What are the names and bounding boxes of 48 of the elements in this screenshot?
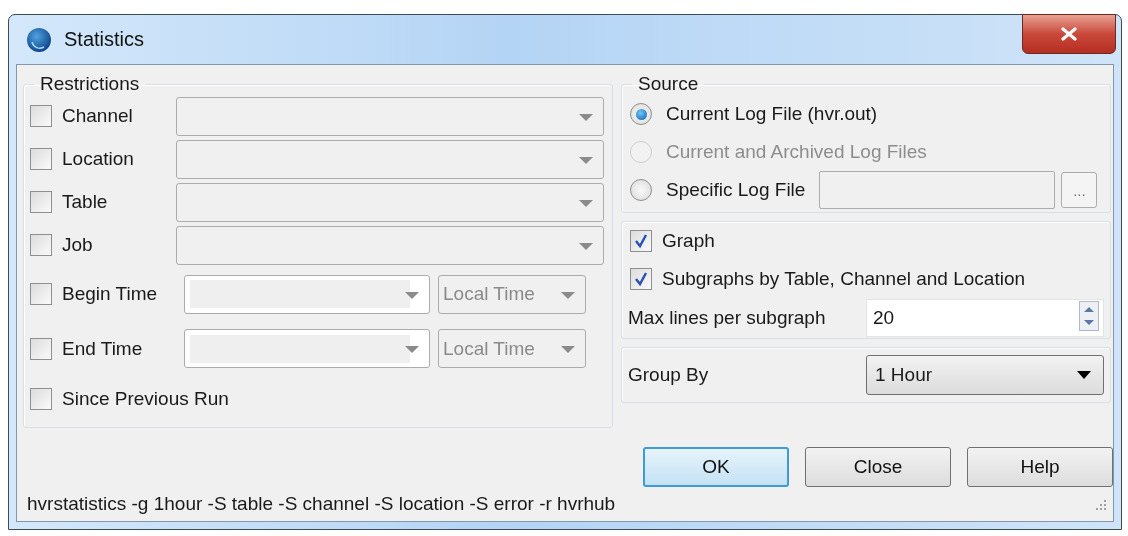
dropdown-arrow-icon <box>1077 371 1091 379</box>
close-button[interactable] <box>1022 14 1116 54</box>
checkbox[interactable] <box>630 230 652 252</box>
checkbox[interactable] <box>30 387 52 410</box>
command-line-text: hvrstatistics -g 1hour -S table -S channel -S location -S error -r hvrhub <box>27 493 616 515</box>
time-dropdown[interactable] <box>184 274 430 314</box>
checkbox-label: Graph <box>662 230 715 252</box>
resize-grip-icon[interactable] <box>1093 497 1107 511</box>
max-lines-label: Max lines per subgraph <box>628 307 826 329</box>
checkbox-label: Subgraphs by Table, Channel and Location <box>662 268 1026 290</box>
checkbox-label: Table <box>62 191 109 214</box>
checkbox[interactable] <box>30 148 52 171</box>
checkbox[interactable] <box>30 283 52 306</box>
dropdown[interactable] <box>176 225 604 265</box>
radio-button[interactable] <box>630 103 652 125</box>
close-icon <box>1060 27 1078 41</box>
dropdown[interactable] <box>176 139 604 179</box>
checkbox[interactable] <box>30 105 52 128</box>
checkbox-label: Since Previous Run <box>62 387 229 410</box>
checkbox[interactable] <box>30 337 52 360</box>
checkbox-label: Channel <box>62 105 134 128</box>
radio-button[interactable] <box>630 179 652 201</box>
checkbox[interactable] <box>30 234 52 257</box>
browse-button[interactable]: ... <box>1061 172 1098 208</box>
group-by-dropdown[interactable]: 1 Hour <box>866 355 1104 395</box>
dialog-button[interactable]: OK <box>643 447 789 487</box>
checkbox-label: Job <box>62 234 94 257</box>
radio-label: Current Log File (hvr.out) <box>666 103 878 125</box>
group-title: Source <box>637 73 700 95</box>
dropdown[interactable] <box>176 96 604 136</box>
checkbox[interactable] <box>630 268 652 290</box>
checkbox-label: Begin Time <box>62 283 159 306</box>
globe-icon <box>26 26 52 53</box>
radio-label: Specific Log File <box>666 179 806 201</box>
checkbox[interactable] <box>30 191 52 214</box>
spin-arrows-icon[interactable] <box>1079 300 1099 331</box>
dialog-button[interactable]: Help <box>967 447 1113 487</box>
checkbox-label: Location <box>62 148 135 171</box>
file-path-field[interactable] <box>819 171 1056 209</box>
dialog-button[interactable]: Close <box>805 447 951 487</box>
group-title: Restrictions <box>39 73 141 95</box>
max-lines-spinbox[interactable]: 20 <box>866 299 1104 337</box>
time-dropdown[interactable] <box>184 329 430 369</box>
radio-label: Current and Archived Log Files <box>666 141 927 163</box>
window-title: Statistics <box>64 28 145 51</box>
group-by-label: Group By <box>628 364 709 386</box>
checkbox-label: End Time <box>62 337 144 360</box>
dropdown[interactable] <box>176 182 604 222</box>
